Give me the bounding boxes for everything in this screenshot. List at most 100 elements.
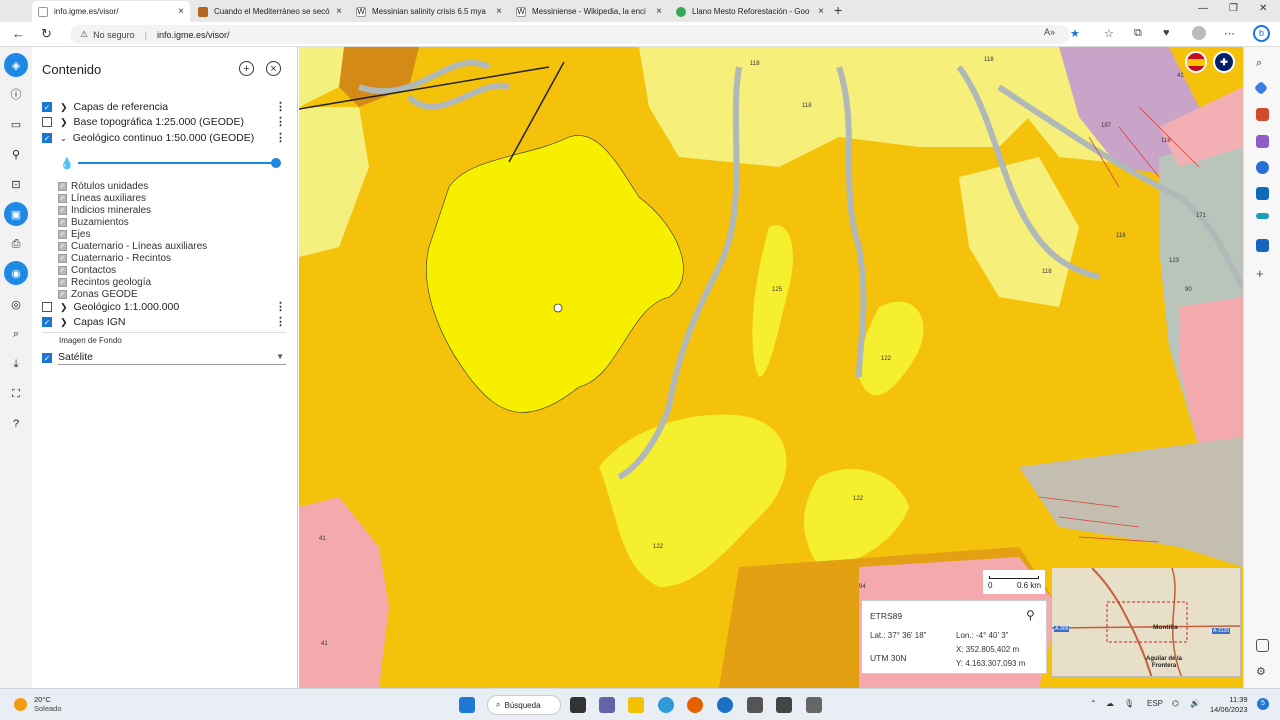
tab-mediterraneo[interactable]: Cuando el Mediterráneo se secó × bbox=[192, 1, 348, 22]
add-layer-icon[interactable]: + bbox=[239, 61, 254, 76]
checkbox[interactable] bbox=[42, 302, 52, 312]
search-icon[interactable]: ⌕ bbox=[1256, 57, 1269, 70]
layer-base-topografica[interactable]: ❯ Base topográfica 1:25.000 (GEODE) bbox=[42, 115, 244, 129]
microsoft365-icon[interactable] bbox=[1256, 161, 1269, 174]
mouse-icon[interactable]: ◉ bbox=[4, 261, 28, 285]
layer-menu-icon[interactable]: ⋮ bbox=[275, 115, 286, 128]
chevron-right-icon[interactable]: ❯ bbox=[60, 117, 68, 128]
games-icon[interactable] bbox=[1256, 135, 1269, 148]
snipping-tool-icon[interactable] bbox=[776, 697, 792, 713]
sublayer-item[interactable]: ✓ Ejes bbox=[58, 228, 90, 240]
collections-icon[interactable]: ⧉ bbox=[1134, 27, 1142, 40]
layer-geologico-1m[interactable]: ❯ Geológico 1:1.000.000 bbox=[42, 300, 179, 314]
sublayer-item[interactable]: ✓ Zonas GEODE bbox=[58, 288, 138, 300]
opacity-slider[interactable] bbox=[78, 162, 276, 164]
tab-messinian[interactable]: W Messinian salinity crisis 6.5 mya × bbox=[350, 1, 508, 22]
address-bar[interactable]: ⚠ No seguro | info.igme.es/visor/ bbox=[70, 25, 1070, 44]
wifi-icon[interactable]: ⌬ bbox=[1172, 699, 1179, 708]
reload-icon[interactable]: ↻ bbox=[41, 26, 52, 42]
shopping-icon[interactable] bbox=[1253, 80, 1269, 96]
sublayer-item[interactable]: ✓ Buzamientos bbox=[58, 216, 129, 228]
sublayer-item[interactable]: ✓ Cuaternario - Líneas auxiliares bbox=[58, 240, 207, 252]
more-icon[interactable]: ⋯ bbox=[1224, 27, 1235, 40]
task-view-icon[interactable] bbox=[570, 697, 586, 713]
tools-icon[interactable] bbox=[1256, 108, 1269, 121]
microphone-icon[interactable]: 🎙 bbox=[1124, 699, 1134, 708]
checkbox[interactable]: ✓ bbox=[42, 317, 52, 327]
layer-geologico-continuo[interactable]: ✓ ⌄ Geológico continuo 1:50.000 (GEODE) bbox=[42, 131, 254, 145]
add-icon[interactable]: + bbox=[1256, 267, 1269, 280]
layer-capas-ign[interactable]: ✓ ❯ Capas IGN bbox=[42, 315, 125, 329]
bing-icon[interactable]: b bbox=[1253, 25, 1270, 42]
chevron-right-icon[interactable]: ❯ bbox=[60, 102, 68, 113]
fullscreen-icon[interactable]: ⛶ bbox=[4, 382, 28, 406]
earth-icon[interactable] bbox=[717, 697, 733, 713]
gps-icon[interactable]: ◎ bbox=[4, 292, 28, 316]
profile-avatar[interactable] bbox=[1192, 26, 1206, 40]
sublayer-item[interactable]: ✓ Indicios minerales bbox=[58, 204, 151, 216]
maximize-icon[interactable]: ❐ bbox=[1229, 3, 1238, 14]
minimize-icon[interactable]: — bbox=[1198, 3, 1208, 14]
tab-messiniense[interactable]: W Messiniense - Wikipedia, la enci × bbox=[510, 1, 668, 22]
close-panel-icon[interactable]: × bbox=[266, 61, 281, 76]
layer-menu-icon[interactable]: ⋮ bbox=[275, 300, 286, 313]
download-icon[interactable]: ⤓ bbox=[4, 352, 28, 376]
system-clock[interactable]: 11:39 14/06/2023 bbox=[1210, 695, 1248, 715]
notifications-badge[interactable]: 5 bbox=[1257, 698, 1269, 710]
firefox-icon[interactable] bbox=[687, 697, 703, 713]
new-tab-icon[interactable]: + bbox=[834, 2, 842, 18]
close-icon[interactable]: × bbox=[178, 6, 184, 17]
sublayer-item[interactable]: ✓ Cuaternario - Recintos bbox=[58, 252, 171, 264]
overview-minimap[interactable]: Montilla Aguilar de la Frontera A-309 A-… bbox=[1051, 567, 1241, 677]
settings-gear-icon[interactable]: ⚙ bbox=[1256, 665, 1269, 678]
chevron-down-icon[interactable]: ⌄ bbox=[60, 134, 67, 143]
volume-icon[interactable]: 🔊 bbox=[1190, 699, 1200, 708]
file-explorer-icon[interactable] bbox=[628, 697, 644, 713]
layer-capas-referencia[interactable]: ✓ ❯ Capas de referencia bbox=[42, 100, 168, 114]
sublayer-item[interactable]: ✓ Contactos bbox=[58, 264, 116, 276]
windows-start-icon[interactable] bbox=[459, 697, 475, 713]
close-icon[interactable]: × bbox=[656, 6, 662, 17]
sun-icon[interactable] bbox=[14, 698, 27, 711]
checkbox[interactable]: ✓ bbox=[42, 133, 52, 143]
chevron-right-icon[interactable]: ❯ bbox=[60, 317, 68, 328]
drop-icon[interactable] bbox=[1256, 213, 1269, 219]
outlook-icon[interactable] bbox=[1256, 187, 1269, 200]
sublayer-item[interactable]: ✓ Rótulos unidades bbox=[58, 180, 148, 192]
location-pin-icon[interactable]: ⚲ bbox=[1026, 608, 1035, 622]
back-icon[interactable]: ← bbox=[12, 26, 25, 41]
geologic-map[interactable]: 118 118 118 118 118 187 118 41 171 123 1… bbox=[299, 47, 1243, 688]
search-icon[interactable]: ⌕ bbox=[4, 322, 28, 346]
layer-menu-icon[interactable]: ⋮ bbox=[275, 131, 286, 144]
uk-flag-icon[interactable]: ✚ bbox=[1213, 51, 1235, 73]
sublayer-item[interactable]: ✓ Líneas auxiliares bbox=[58, 192, 146, 204]
read-aloud-icon[interactable]: A» bbox=[1044, 27, 1055, 37]
tab-igme[interactable]: info.igme.es/visor/× bbox=[32, 1, 190, 22]
apps-icon[interactable] bbox=[1256, 239, 1269, 252]
teams-icon[interactable] bbox=[599, 697, 615, 713]
print-icon[interactable]: ⎙ bbox=[4, 232, 28, 256]
favorite-star-icon[interactable]: ★ bbox=[1070, 27, 1080, 40]
calculator-icon[interactable] bbox=[747, 697, 763, 713]
layer-menu-icon[interactable]: ⋮ bbox=[275, 100, 286, 113]
sublayer-item[interactable]: ✓ Recintos geología bbox=[58, 276, 151, 288]
profile-tool-icon[interactable]: ⊡ bbox=[4, 172, 28, 196]
favorites-icon[interactable]: ☆ bbox=[1104, 27, 1114, 40]
weather-widget[interactable]: 20°C Soleado bbox=[34, 695, 62, 713]
sidebar-layout-icon[interactable] bbox=[1256, 639, 1269, 652]
spanish-flag-icon[interactable] bbox=[1185, 51, 1207, 73]
close-icon[interactable]: × bbox=[336, 6, 342, 17]
location-pin-icon[interactable]: ⚲ bbox=[4, 142, 28, 166]
compare-icon[interactable]: ▣ bbox=[4, 202, 28, 226]
chevron-right-icon[interactable]: ❯ bbox=[60, 302, 68, 313]
checkbox[interactable]: ✓ bbox=[42, 102, 52, 112]
edge-icon[interactable] bbox=[658, 697, 674, 713]
info-icon[interactable]: ⓘ bbox=[4, 82, 28, 106]
network-icon[interactable]: ☁ bbox=[1106, 699, 1114, 708]
opacity-slider-handle[interactable] bbox=[271, 158, 281, 168]
layers-icon[interactable]: ◈ bbox=[4, 53, 28, 77]
background-select[interactable]: Satélite ▼ bbox=[58, 349, 286, 365]
close-icon[interactable]: × bbox=[818, 6, 824, 17]
chevron-up-icon[interactable]: ⌃ bbox=[1090, 699, 1097, 708]
checkbox[interactable] bbox=[42, 117, 52, 127]
